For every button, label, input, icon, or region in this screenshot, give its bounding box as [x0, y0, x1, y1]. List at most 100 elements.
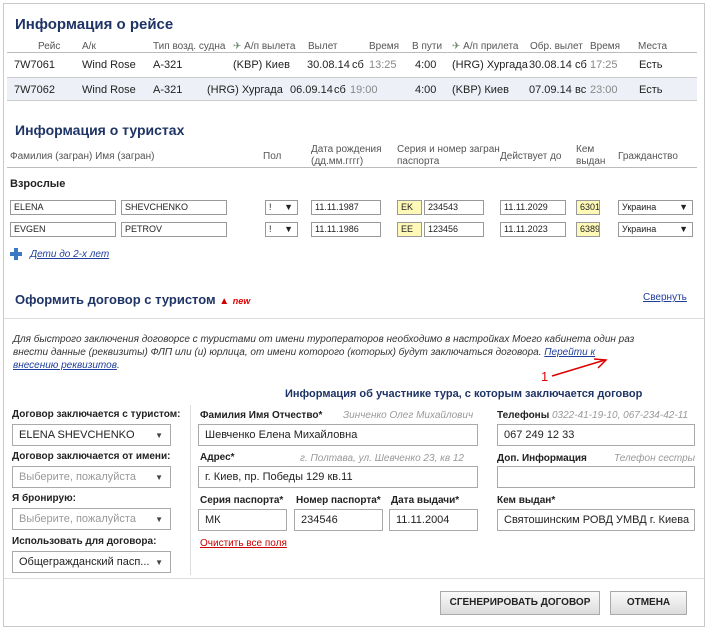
dropdown-arrow-icon: ▼ [284, 224, 293, 234]
return-dow: сб [575, 59, 587, 71]
address-input[interactable]: г. Киев, пр. Победы 129 кв.11 [198, 466, 478, 488]
dep-time: 19:00 [350, 84, 378, 96]
issue-date-field[interactable]: 11.11.2004 [389, 509, 478, 531]
booking-select[interactable]: Выберите, пожалуйста ▼ [12, 508, 171, 530]
adults-label: Взрослые [10, 178, 66, 190]
sex-value: ! [269, 202, 272, 212]
phones-label: Телефоны [497, 410, 550, 421]
cancel-button[interactable]: ОТМЕНА [610, 591, 687, 615]
col-arr-airport: ✈ А/п прилета [452, 41, 518, 52]
flight-number: 7W7062 [14, 84, 55, 96]
on-behalf-label: Договор заключается от имени: [12, 451, 171, 462]
tourists-title: Информация о туристах [15, 122, 185, 138]
dropdown-arrow-icon: ▼ [679, 202, 688, 212]
sex-select[interactable]: ! ▼ [265, 200, 298, 215]
extra-info-hint: Телефон сестры [614, 453, 695, 464]
annotation-number: 1 [541, 369, 549, 384]
first-name-input[interactable]: SHEVCHENKO [121, 200, 227, 215]
dep-date: 06.09.14 [290, 84, 333, 96]
citizenship-select[interactable]: Украина ▼ [618, 200, 693, 215]
dropdown-arrow-icon: ▼ [679, 224, 688, 234]
col-passport-2: паспорта [397, 156, 440, 167]
fio-input[interactable]: Шевченко Елена Михайловна [198, 424, 478, 446]
fio-label: Фамилия Имя Отчество* [200, 410, 323, 421]
divider [190, 405, 191, 575]
birth-date-input[interactable]: 11.11.1986 [311, 222, 381, 237]
passport-series-input[interactable]: EE [397, 222, 422, 237]
chevron-down-icon: ▼ [155, 431, 163, 440]
use-label: Использовать для договора: [12, 536, 157, 547]
col-citizenship: Гражданство [618, 151, 678, 162]
phones-input[interactable]: 067 249 12 33 [497, 424, 695, 446]
last-name-input[interactable]: ELENA [10, 200, 116, 215]
col-valid: Действует до [500, 151, 562, 162]
dep-time: 13:25 [369, 59, 397, 71]
citizenship-select[interactable]: Украина ▼ [618, 222, 693, 237]
document-value: Общегражданский пасп... [19, 556, 150, 568]
booking-placeholder: Выберите, пожалуйста [19, 513, 136, 525]
chevron-down-icon: ▼ [155, 515, 163, 524]
phones-hint: 0322-41-19-10, 067-234-42-11 [552, 410, 689, 421]
dep-dow: сб [334, 84, 346, 96]
passport-series-input[interactable]: EK [397, 200, 422, 215]
issued-by-input[interactable]: 6389 [576, 222, 600, 237]
divider [4, 318, 704, 319]
col-name: Фамилия (загран) Имя (загран) [10, 151, 155, 162]
issued-by-input[interactable]: 6301 [576, 200, 600, 215]
collapse-link[interactable]: Свернуть [643, 292, 687, 303]
new-badge: new [232, 296, 251, 306]
add-children-link[interactable]: Дети до 2-х лет [10, 248, 110, 261]
duration: 4:00 [415, 59, 437, 71]
aircraft: A-321 [153, 84, 183, 96]
return-time: 23:00 [590, 84, 618, 96]
passport-number-input[interactable]: 234543 [424, 200, 484, 215]
col-issued-2: выдан [576, 156, 606, 167]
passport-valid-input[interactable]: 11.11.2029 [500, 200, 566, 215]
col-airline: А/к [82, 41, 96, 52]
dep-airport: (KBP) Киев [233, 59, 290, 71]
address-hint: г. Полтава, ул. Шевченко 23, кв 12 [300, 453, 464, 464]
extra-info-input[interactable] [497, 466, 695, 488]
flight-number: 7W7061 [14, 59, 55, 71]
with-tourist-value: ELENA SHEVCHENKO [19, 429, 135, 441]
chevron-down-icon: ▼ [155, 558, 163, 567]
with-tourist-select[interactable]: ELENA SHEVCHENKO ▼ [12, 424, 171, 446]
fio-hint: Зинченко Олег Михайлович [343, 410, 474, 421]
info-tail: . [116, 360, 120, 371]
children-link-label: Дети до 2-х лет [30, 249, 110, 260]
flight-info-title: Информация о рейсе [15, 16, 174, 33]
document-select[interactable]: Общегражданский пасп... ▼ [12, 551, 171, 573]
address-label: Адрес* [200, 452, 235, 463]
plane-departure-icon: ✈ [233, 41, 242, 52]
return-date: 30.08.14 [529, 59, 572, 71]
col-time-2: Время [590, 41, 621, 52]
passport-number-input[interactable]: 123456 [424, 222, 484, 237]
generate-contract-button[interactable]: СГЕНЕРИРОВАТЬ ДОГОВОР [440, 591, 600, 615]
clear-fields-link[interactable]: Очистить все поля [200, 538, 287, 549]
sex-select[interactable]: ! ▼ [265, 222, 298, 237]
passport-valid-input[interactable]: 11.11.2023 [500, 222, 566, 237]
return-time: 17:25 [590, 59, 618, 71]
col-arr-airport-label: А/п прилета [463, 41, 519, 52]
on-behalf-select[interactable]: Выберите, пожалуйста ▼ [12, 466, 171, 488]
plus-icon [10, 248, 22, 261]
passport-number-field[interactable]: 234546 [294, 509, 383, 531]
citizenship-value: Украина [622, 224, 657, 234]
chevron-down-icon: ▼ [155, 473, 163, 482]
dropdown-arrow-icon: ▼ [284, 202, 293, 212]
on-behalf-placeholder: Выберите, пожалуйста [19, 471, 136, 483]
flight-row[interactable]: 7W7062 Wind Rose A-321 (HRG) Хургада 06.… [7, 77, 697, 101]
arr-airport: (HRG) Хургада [452, 59, 528, 71]
col-birth: Дата рождения [311, 144, 382, 155]
seats: Есть [639, 59, 663, 71]
contract-title: Оформить договор с туристом ▲ new [15, 292, 250, 307]
passport-series-field[interactable]: МК [198, 509, 287, 531]
issued-by-field[interactable]: Святошинским РОВД УМВД г. Киева [497, 509, 695, 531]
citizenship-value: Украина [622, 202, 657, 212]
aircraft: A-321 [153, 59, 183, 71]
col-issued: Кем [576, 144, 595, 155]
last-name-input[interactable]: EVGEN [10, 222, 116, 237]
flight-row[interactable]: 7W7061 Wind Rose A-321 (KBP) Киев 30.08.… [7, 52, 697, 76]
birth-date-input[interactable]: 11.11.1987 [311, 200, 381, 215]
first-name-input[interactable]: PETROV [121, 222, 227, 237]
